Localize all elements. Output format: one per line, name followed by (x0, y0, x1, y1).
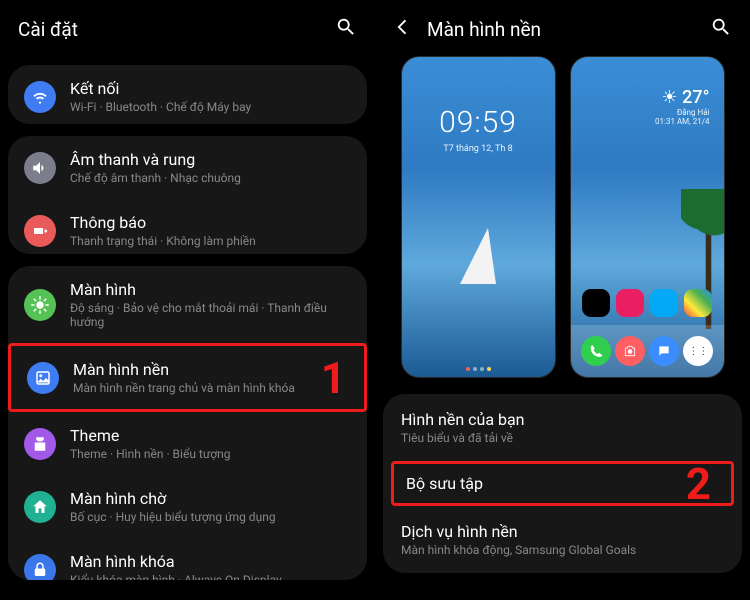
setting-title: Âm thanh và rung (70, 150, 351, 169)
settings-item-notifications[interactable]: Thông báo Thanh trạng thái · Không làm p… (8, 199, 367, 254)
bell-icon (24, 215, 56, 247)
settings-item-connections[interactable]: Kết nối Wi-Fi · Bluetooth · Chế độ Máy b… (8, 65, 367, 124)
settings-group: Âm thanh và rung Chế độ âm thanh · Nhạc … (8, 136, 367, 254)
settings-item-homescreen[interactable]: Màn hình chờ Bố cục · Huy hiệu biểu tượn… (8, 475, 367, 538)
setting-subtitle: Màn hình nền trang chủ và màn hình khóa (73, 381, 348, 395)
menu-item-your-wallpapers[interactable]: Hình nền của bạn Tiêu biểu và đã tải về (383, 398, 742, 457)
setting-subtitle: Chế độ âm thanh · Nhạc chuông (70, 171, 351, 185)
wallpaper-menu: Hình nền của bạn Tiêu biểu và đã tải về … (383, 394, 742, 573)
wallpaper-scenery (402, 127, 555, 351)
setting-title: Màn hình nền (73, 360, 348, 379)
setting-title: Theme (70, 426, 351, 445)
annotation-2: 2 (686, 458, 711, 510)
weather-datetime: 01:31 AM, 21/4 (655, 117, 709, 126)
wallpaper-icon (27, 362, 59, 394)
settings-group: Kết nối Wi-Fi · Bluetooth · Chế độ Máy b… (8, 65, 367, 124)
search-icon[interactable] (710, 16, 732, 42)
settings-item-sound[interactable]: Âm thanh và rung Chế độ âm thanh · Nhạc … (8, 136, 367, 199)
brightness-icon (24, 289, 56, 321)
app-icon (616, 289, 644, 317)
phone-icon (581, 336, 611, 366)
settings-item-lockscreen[interactable]: Màn hình khóa Kiểu khóa màn hình · Alway… (8, 538, 367, 580)
setting-subtitle: Thanh trạng thái · Không làm phiền (70, 234, 351, 248)
wallpaper-header: Màn hình nền (383, 8, 742, 56)
setting-subtitle: Wi-Fi · Bluetooth · Chế độ Máy bay (70, 100, 351, 114)
page-title: Cài đặt (18, 18, 78, 41)
sound-icon (24, 152, 56, 184)
app-icon (684, 289, 712, 317)
setting-subtitle: Theme · Hình nền · Biểu tượng (70, 447, 351, 461)
menu-title: Hình nền của bạn (401, 410, 724, 429)
lock-icon (24, 554, 56, 580)
settings-group: Màn hình Độ sáng · Bảo vệ cho mắt thoải … (8, 266, 367, 580)
lockscreen-preview[interactable]: 09:59 T7 tháng 12, Th 8 (401, 56, 556, 378)
setting-title: Màn hình khóa (70, 552, 351, 571)
theme-icon (24, 428, 56, 460)
search-icon[interactable] (335, 16, 357, 42)
menu-title: Bộ sưu tập (406, 474, 719, 493)
menu-item-wallpaper-services[interactable]: Dịch vụ hình nền Màn hình khóa động, Sam… (383, 510, 742, 569)
settings-item-display[interactable]: Màn hình Độ sáng · Bảo vệ cho mắt thoải … (8, 266, 367, 343)
page-title: Màn hình nền (427, 18, 541, 41)
app-grid (581, 289, 714, 317)
settings-item-wallpaper[interactable]: Màn hình nền Màn hình nền trang chủ và m… (8, 343, 367, 412)
weather-temp: ☀ 27° (655, 87, 709, 108)
menu-item-gallery[interactable]: Bộ sưu tập 2 (391, 461, 734, 506)
setting-subtitle: Bố cục · Huy hiệu biểu tượng ứng dụng (70, 510, 351, 524)
camera-icon (615, 336, 645, 366)
setting-subtitle: Độ sáng · Bảo vệ cho mắt thoải mái · Tha… (70, 301, 351, 329)
app-icon (582, 289, 610, 317)
wifi-icon (24, 81, 56, 113)
setting-title: Màn hình chờ (70, 489, 351, 508)
wallpaper-preview-area: 09:59 T7 tháng 12, Th 8 ☀ 27° Đằng Hải 0… (383, 56, 742, 394)
message-icon (649, 336, 679, 366)
apps-icon: ⋮⋮ (683, 336, 713, 366)
menu-subtitle: Màn hình khóa động, Samsung Global Goals (401, 543, 724, 557)
settings-header: Cài đặt (8, 8, 367, 56)
setting-title: Màn hình (70, 280, 351, 299)
setting-title: Thông báo (70, 213, 351, 232)
annotation-1: 1 (321, 352, 346, 404)
home-icon (24, 491, 56, 523)
menu-subtitle: Tiêu biểu và đã tải về (401, 431, 724, 445)
settings-screen: Cài đặt Kết nối Wi-Fi · Bluetooth · Chế … (0, 0, 375, 600)
weather-widget: ☀ 27° Đằng Hải 01:31 AM, 21/4 (655, 87, 709, 126)
back-icon[interactable] (393, 17, 413, 41)
menu-title: Dịch vụ hình nền (401, 522, 724, 541)
preview-dots (402, 367, 555, 371)
weather-location: Đằng Hải (655, 108, 709, 117)
settings-item-theme[interactable]: Theme Theme · Hình nền · Biểu tượng (8, 412, 367, 475)
app-icon (650, 289, 678, 317)
wallpaper-screen: Màn hình nền 09:59 T7 tháng 12, Th 8 ☀ 2… (375, 0, 750, 600)
dock: ⋮⋮ (571, 325, 724, 377)
wallpaper-scenery (571, 127, 724, 351)
homescreen-preview[interactable]: ☀ 27° Đằng Hải 01:31 AM, 21/4 ⋮⋮ (570, 56, 725, 378)
setting-subtitle: Kiểu khóa màn hình · Always On Display (70, 573, 351, 580)
setting-title: Kết nối (70, 79, 351, 98)
